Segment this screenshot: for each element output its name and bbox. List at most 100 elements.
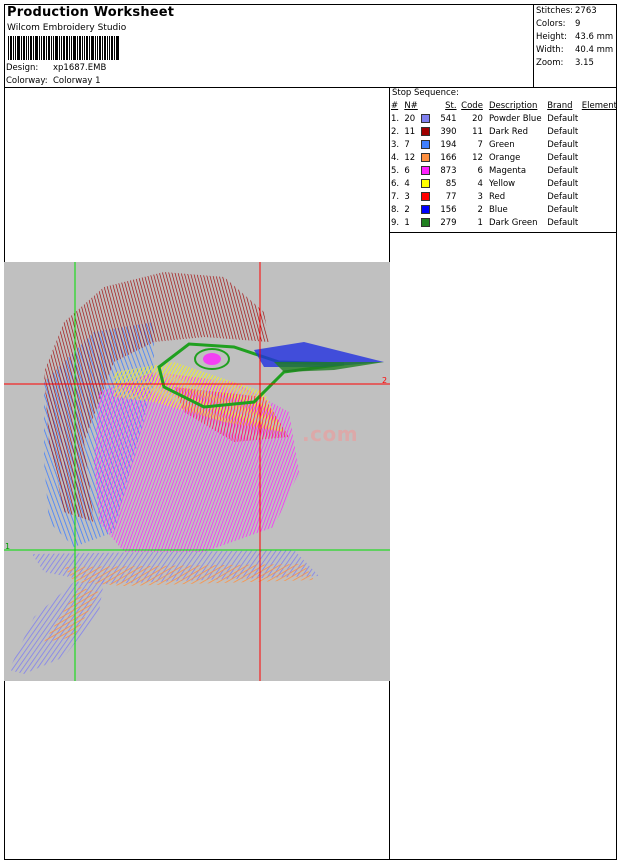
barcode-bar [59,36,60,60]
barcode-bar [48,36,50,60]
row-code: 11 [472,127,483,137]
row-code: 6 [477,166,483,176]
color-swatch [420,179,430,188]
marker-1: 1 [5,542,10,551]
embroidery-preview-image: 1 2 [4,262,390,681]
color-swatch [420,192,430,201]
design-preview: 1 2 .com [4,262,390,681]
row-needle: 2 [404,205,410,215]
page-title: Production Worksheet [7,5,175,20]
color-swatch [420,166,430,175]
header-brand: Brand [547,101,573,111]
row-description: Dark Red [488,127,528,137]
design-label: Design: [6,63,39,73]
table-row: 1. 20 541 20 Powder Blue Default [391,113,617,126]
barcode-bar [69,36,70,60]
barcode-bar [13,36,14,60]
barcode-bar [66,36,68,60]
row-brand: Default [547,153,579,163]
barcode-bar [89,36,90,60]
row-element [582,204,617,217]
table-row: 7. 3 77 3 Red Default [391,191,617,204]
barcode-bar [99,36,101,60]
table-row: 6. 4 85 4 Yellow Default [391,178,617,191]
barcode-bar [109,36,110,60]
barcode-bar [53,36,54,60]
barcode-bar [79,36,81,60]
row-brand: Default [547,166,579,176]
color-swatch [420,205,430,214]
header-description: Description [488,101,538,111]
row-stitches: 156 [440,205,457,215]
row-num: 4. [391,153,400,163]
row-brand: Default [547,205,579,215]
row-num: 7. [391,192,400,202]
barcode-bar [71,36,72,60]
header-element: Element [581,101,617,111]
row-element [582,113,617,126]
barcode-bar [8,36,9,60]
row-stitches: 873 [440,166,457,176]
row-code: 12 [472,153,483,163]
row-code: 20 [472,114,483,124]
colorway-value: Colorway 1 [53,76,101,86]
design-value: xp1687.EMB [53,63,107,73]
table-row: 4. 12 166 12 Orange Default [391,152,617,165]
header-swatch [421,100,434,113]
barcode-bar [61,36,62,60]
barcode-bar [33,36,34,60]
color-swatch [420,140,430,149]
stat-height: Height: 43.6 mm [536,32,614,42]
row-num: 9. [391,218,400,228]
row-description: Blue [488,205,508,215]
row-num: 1. [391,114,400,124]
barcode-bar [51,36,52,60]
row-brand: Default [547,192,579,202]
table-row: 5. 6 873 6 Magenta Default [391,165,617,178]
row-code: 7 [477,140,483,150]
header-num: # [391,101,399,111]
barcode-bar [102,36,103,60]
row-needle: 20 [404,114,416,124]
row-needle: 12 [404,153,416,163]
table-header-row: # N# St. Code Description Brand Element [391,100,617,113]
barcode-bar [116,36,119,60]
barcode-bar [43,36,45,60]
header-stitches: St. [445,101,457,111]
row-num: 8. [391,205,400,215]
barcode-bar [104,36,106,60]
row-swatch [420,126,434,139]
row-swatch [420,152,434,165]
branch-orange-stitches [64,564,314,586]
row-needle: 11 [404,127,416,137]
row-description: Orange [488,153,521,163]
barcode-bar [97,36,98,60]
colorway-label: Colorway: [6,76,48,86]
stop-sequence-panel: Stop Sequence: # N# St. Code Description… [390,88,617,233]
row-code: 4 [477,179,483,189]
barcode-bar [107,36,108,60]
row-brand: Default [547,114,579,124]
row-element [582,178,617,191]
stat-colors: Colors: 9 [536,19,581,29]
barcode-bar [21,36,22,60]
barcode-bar [73,36,76,60]
stat-zoom: Zoom: 3.15 [536,58,594,68]
row-swatch [420,165,434,178]
row-needle: 1 [404,218,410,228]
barcode-bar [84,36,85,60]
stop-sequence-table: # N# St. Code Description Brand Element … [391,100,617,230]
row-element [582,217,617,230]
row-stitches: 541 [440,114,457,124]
row-description: Magenta [488,166,527,176]
row-needle: 4 [404,179,410,189]
row-swatch [420,204,434,217]
row-needle: 7 [404,140,410,150]
row-swatch [420,113,434,126]
stat-stitches: Stitches: 2763 [536,6,597,16]
barcode-bar [55,36,58,60]
barcode-bar [46,36,47,60]
row-description: Red [488,192,506,202]
row-brand: Default [547,179,579,189]
row-brand: Default [547,218,579,228]
